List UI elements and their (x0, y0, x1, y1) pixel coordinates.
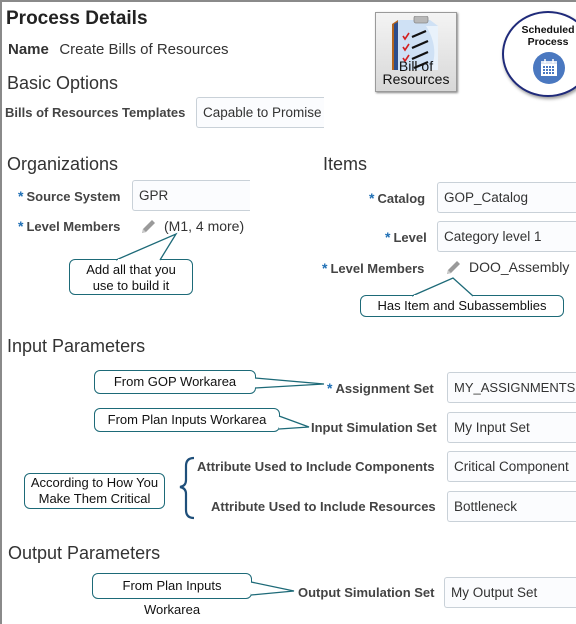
page-title: Process Details (6, 8, 148, 29)
assignment-callout: From GOP Workarea (94, 370, 256, 394)
required-icon: * (18, 188, 24, 204)
input-parameters-heading: Input Parameters (7, 336, 146, 356)
required-icon: * (385, 229, 391, 245)
basic-options-heading: Basic Options (7, 73, 119, 93)
output-parameters-heading: Output Parameters (8, 543, 161, 563)
source-system-input[interactable]: GPR (132, 180, 250, 211)
name-label: Name (8, 41, 49, 58)
badge-line2: Process (527, 36, 569, 48)
required-icon: * (18, 218, 24, 234)
badge-line2: Resources (382, 71, 450, 87)
required-icon: * (369, 190, 375, 206)
input-sim-callout: From Plan Inputs Workarea (94, 408, 280, 432)
output-sim-input[interactable]: My Output Set (444, 577, 576, 608)
level-label: * Level (385, 229, 427, 245)
items-callout: Has Item and Subassemblies (360, 295, 564, 317)
name-value: Create Bills of Resources (59, 41, 229, 58)
process-name-row: Name Create Bills of Resources (8, 41, 229, 59)
assignment-set-input[interactable]: MY_ASSIGNMENTS (447, 372, 576, 403)
required-icon: * (322, 260, 328, 276)
input-sim-input[interactable]: My Input Set (447, 412, 576, 443)
badge-line1: Scheduled (521, 24, 575, 36)
output-sim-callout: From Plan Inputs Workarea (92, 573, 252, 617)
calendar-icon (533, 52, 565, 84)
org-level-members-label: * Level Members (18, 218, 121, 234)
critical-callout: According to How You Make Them Critical (24, 473, 165, 509)
components-input[interactable]: Critical Component (447, 451, 576, 482)
components-label: Attribute Used to Include Components (197, 459, 435, 474)
items-level-members-label: * Level Members (322, 260, 425, 276)
input-sim-label: Input Simulation Set (311, 420, 437, 435)
level-input[interactable]: Category level 1 (437, 221, 576, 252)
items-heading: Items (323, 154, 368, 174)
templates-label: Bills of Resources Templates (5, 105, 186, 120)
assignment-set-label: * Assignment Set (327, 380, 434, 396)
edit-pencil-icon[interactable] (444, 259, 462, 277)
items-level-members-value[interactable]: DOO_Assembly (469, 259, 569, 275)
source-system-label: * Source System (18, 188, 121, 204)
templates-input[interactable]: Capable to Promise (196, 97, 324, 128)
required-icon: * (327, 380, 333, 396)
org-level-members-value[interactable]: (M1, 4 more) (164, 218, 244, 234)
output-sim-label: Output Simulation Set (298, 585, 435, 600)
organizations-heading: Organizations (7, 154, 119, 174)
org-callout: Add all that you use to build it (69, 259, 193, 295)
catalog-label: * Catalog (369, 190, 426, 206)
bill-of-resources-badge[interactable]: Bill of Resources (375, 12, 457, 92)
resources-input[interactable]: Bottleneck (447, 491, 576, 522)
edit-pencil-icon[interactable] (139, 218, 157, 236)
resources-label: Attribute Used to Include Resources (211, 499, 436, 514)
catalog-input[interactable]: GOP_Catalog (437, 182, 576, 213)
